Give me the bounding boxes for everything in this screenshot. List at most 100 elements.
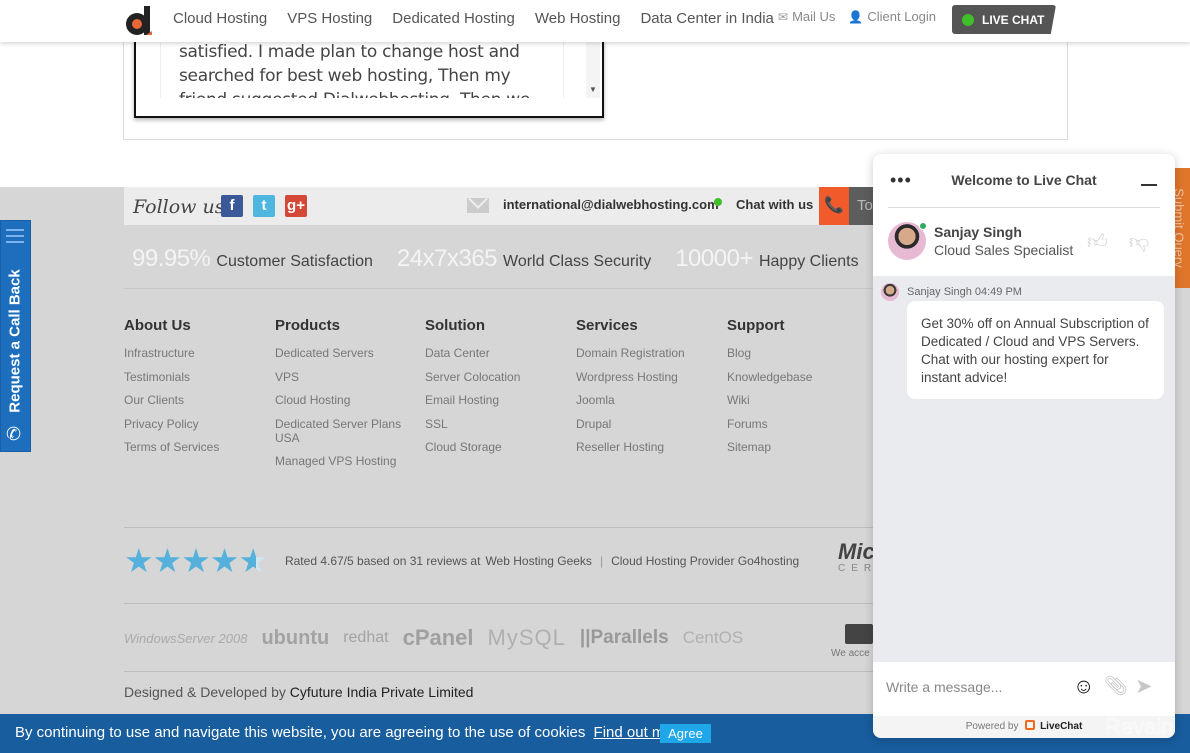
chat-message: Get 30% off on Annual Subscription of De… — [907, 301, 1164, 399]
online-status-icon — [919, 222, 927, 230]
contact-email[interactable]: international@dialwebhosting.com — [503, 197, 719, 212]
footer-link[interactable]: Cloud Storage — [425, 440, 575, 454]
stat-number: 99.95% — [132, 245, 211, 272]
star-icon: ★ — [152, 542, 183, 579]
star-icon: ★ — [181, 542, 211, 579]
footer-link[interactable]: Drupal — [576, 417, 726, 431]
footer-col-solution: Solution Data Center Server Colocation E… — [425, 317, 575, 464]
footer-link[interactable]: Email Hosting — [425, 393, 575, 407]
footer-link[interactable]: Our Clients — [124, 393, 274, 407]
footer-link[interactable]: Cloud Hosting — [275, 393, 410, 407]
agree-button[interactable]: Agree — [660, 724, 711, 743]
message-input[interactable] — [886, 676, 1066, 698]
stat-label: Happy Clients — [758, 253, 859, 270]
footer-link[interactable]: SSL — [425, 417, 575, 431]
designed-by: Designed & Developed by Cyfuture India P… — [124, 684, 473, 700]
footer-link[interactable]: Blog — [727, 346, 877, 360]
envelope-icon: ✉ — [778, 9, 789, 24]
client-login-label: Client Login — [867, 9, 937, 24]
stat-item: 10000+ Happy Clients — [675, 245, 858, 273]
footer-link[interactable]: Dedicated Servers — [275, 346, 410, 360]
main-nav: Cloud Hosting VPS Hosting Dedicated Host… — [173, 10, 794, 28]
footer-link[interactable]: Server Colocation — [425, 370, 575, 384]
testimonial-text: satisfied. I made plan to change host an… — [179, 42, 530, 98]
footer-link[interactable]: Joomla — [576, 393, 726, 407]
nav-data-center-india[interactable]: Data Center in India — [640, 10, 773, 28]
send-icon[interactable]: ➤ — [1135, 674, 1153, 699]
menu-icon — [6, 229, 24, 247]
footer-link[interactable]: Infrastructure — [124, 346, 274, 360]
stat-item: 99.95% Customer Satisfaction — [132, 245, 373, 273]
google-plus-icon[interactable]: g+ — [285, 195, 307, 217]
footer-link[interactable]: Privacy Policy — [124, 417, 274, 431]
utility-nav: ✉ Mail Us 👤 Client Login — [778, 9, 949, 24]
divider — [124, 671, 874, 672]
footer-link[interactable]: Knowledgebase — [727, 370, 877, 384]
footer-link[interactable]: Dedicated Server Plans USA — [275, 417, 410, 445]
mail-us-link[interactable]: ✉ Mail Us — [778, 9, 835, 24]
chat-title: Welcome to Live Chat — [951, 172, 1097, 188]
footer-link[interactable]: Sitemap — [727, 440, 877, 454]
footer-link[interactable]: Domain Registration — [576, 346, 726, 360]
livechat-logo-icon — [1025, 720, 1036, 730]
nav-dedicated-hosting[interactable]: Dedicated Hosting — [392, 10, 515, 28]
request-callback-tab[interactable]: Request a Call Back ✆ — [0, 220, 31, 452]
designer-company-link[interactable]: Cyfuture India Private Limited — [290, 684, 474, 700]
footer-link[interactable]: Wordpress Hosting — [576, 370, 726, 384]
nav-web-hosting[interactable]: Web Hosting — [535, 10, 621, 28]
request-callback-label: Request a Call Back — [6, 269, 24, 413]
live-chat-label: LIVE CHAT — [982, 12, 1045, 27]
footer-link[interactable]: Forums — [727, 417, 877, 431]
footer-link[interactable]: VPS — [275, 370, 410, 384]
footer-col-title: Solution — [425, 317, 485, 334]
windows-server-logo: WindowsServer 2008 — [124, 630, 248, 646]
agent-name: Sanjay Singh — [934, 224, 1022, 240]
centos-logo: CentOS — [682, 628, 744, 647]
testimonial-box: satisfied. I made plan to change host an… — [134, 40, 604, 118]
live-chat-button[interactable]: LIVE CHAT — [952, 5, 1056, 34]
nav-vps-hosting[interactable]: VPS Hosting — [287, 10, 372, 28]
partner-link[interactable]: Cloud Hosting Provider Go4hosting — [611, 554, 799, 568]
designed-by-prefix: Designed & Developed by — [124, 684, 286, 700]
stat-label: Customer Satisfaction — [216, 253, 373, 270]
testimonial-scroll-area[interactable]: satisfied. I made plan to change host an… — [160, 40, 564, 98]
thumbs-up-icon[interactable]: 👍︎ — [1087, 230, 1108, 254]
chat-with-us-link[interactable]: Chat with us — [736, 197, 813, 212]
stat-number: 24x7x365 — [396, 245, 498, 272]
emoji-icon[interactable]: ☺ — [1073, 675, 1094, 699]
we-accept-label: We acce — [831, 648, 870, 659]
footer-link[interactable]: Managed VPS Hosting — [275, 454, 410, 468]
live-chat-widget: ••• Welcome to Live Chat Sanjay Singh Cl… — [873, 154, 1175, 738]
scroll-down-arrow-icon[interactable]: ▼ — [589, 85, 597, 94]
livechat-brand-link[interactable]: LiveChat — [1040, 721, 1082, 732]
footer-link[interactable]: Wiki — [727, 393, 877, 407]
nav-cloud-hosting[interactable]: Cloud Hosting — [173, 10, 267, 28]
user-icon: 👤 — [848, 9, 864, 24]
microsoft-certified-sub: CER — [838, 563, 878, 574]
twitter-icon[interactable]: t — [253, 195, 275, 217]
online-status-icon — [962, 13, 974, 26]
facebook-icon[interactable]: f — [221, 195, 243, 217]
envelope-icon — [467, 198, 489, 213]
message-meta: Sanjay Singh 04:49 PM — [907, 286, 1022, 298]
footer-link[interactable]: Terms of Services — [124, 440, 274, 454]
microsoft-certified-logo: Mic — [838, 539, 875, 564]
footer-col-title: About Us — [124, 317, 191, 334]
footer-link[interactable]: Reseller Hosting — [576, 440, 726, 454]
testimonial-scrollbar[interactable]: ▼ — [586, 40, 600, 98]
stats-row: 99.95% Customer Satisfaction 24x7x365 Wo… — [132, 245, 951, 273]
minimize-icon[interactable] — [1141, 184, 1157, 186]
chat-input-area: ☺ 📎︎ ➤ — [873, 662, 1175, 716]
thumbs-down-icon[interactable]: 👎︎ — [1129, 230, 1149, 254]
footer-link[interactable]: Data Center — [425, 346, 575, 360]
mysql-logo: MySQL — [487, 625, 566, 650]
attachment-icon[interactable]: 📎︎ — [1104, 674, 1128, 698]
rating-stars: ★ ★ ★ ★ ★ — [124, 542, 268, 579]
footer-col-title: Support — [727, 317, 785, 334]
phone-icon[interactable]: 📞 — [819, 187, 849, 225]
rating-source-link[interactable]: Web Hosting Geeks — [485, 554, 592, 568]
footer-link[interactable]: Testimonials — [124, 370, 274, 384]
site-logo[interactable] — [124, 5, 154, 37]
partner-logos: WindowsServer 2008 ubuntu redhat cPanel … — [124, 615, 757, 661]
client-login-link[interactable]: 👤 Client Login — [848, 9, 936, 24]
